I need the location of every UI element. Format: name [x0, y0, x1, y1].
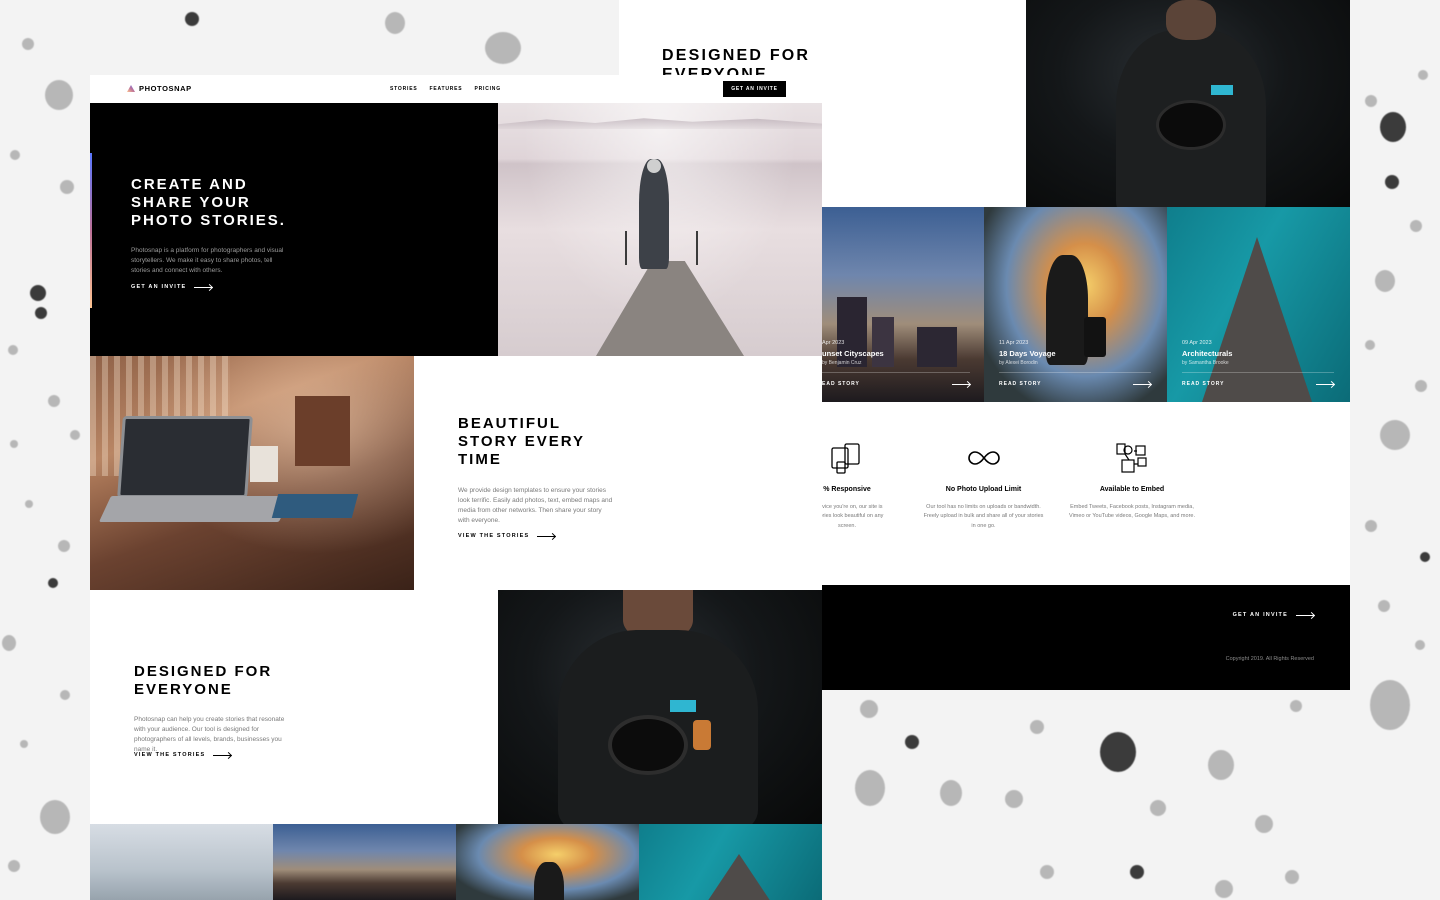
designed-view-stories-link[interactable]: VIEW THE STORIES: [134, 752, 232, 758]
laptop-desk-photo: [90, 356, 414, 590]
hero-title: CREATE AND SHARE YOUR PHOTO STORIES.: [131, 176, 286, 229]
story-card[interactable]: Apr 2023 unset Cityscapes by Benjamin Cr…: [822, 207, 984, 402]
arrow-right-icon: [537, 535, 556, 537]
story-author: by Benjamin Cruz: [822, 360, 862, 366]
story-card[interactable]: 09 Apr 2023 Architecturals by Samantha B…: [1167, 207, 1350, 402]
hero-get-invite-link[interactable]: GET AN INVITE: [131, 284, 213, 290]
back-story-strip: Apr 2023 unset Cityscapes by Benjamin Cr…: [822, 207, 1350, 402]
arrow-right-icon: [952, 383, 970, 385]
designed-title: DESIGNED FOR EVERYONE: [134, 663, 273, 698]
story-title: Architecturals: [1182, 349, 1233, 358]
back-footer: GET AN INVITE Copyright 2019. All Rights…: [822, 585, 1350, 690]
hero-accent-bar: [90, 153, 92, 308]
beautiful-story-section: BEAUTIFUL STORY EVERY TIME We provide desi…: [414, 356, 822, 590]
hero-pier-photo: [498, 103, 822, 356]
story-date: Apr 2023: [822, 340, 845, 346]
hero-section: CREATE AND SHARE YOUR PHOTO STORIES. Photo…: [90, 103, 498, 356]
feature-embed: Available to Embed Embed Tweets, Faceboo…: [1062, 440, 1202, 522]
arrow-right-icon: [1316, 383, 1334, 385]
feature-upload-limit: No Photo Upload Limit Our tool has no li…: [916, 440, 1051, 531]
nav-features[interactable]: FEATURES: [429, 86, 462, 92]
feature-title: Available to Embed: [1099, 486, 1165, 493]
main-nav: STORIES FEATURES PRICING: [390, 86, 501, 92]
designed-section: DESIGNED FOR EVERYONE Photosnap can help …: [90, 590, 498, 824]
story-thumb[interactable]: [639, 824, 822, 900]
story-thumb[interactable]: [90, 824, 273, 900]
brand-logo[interactable]: PHOTOSNAP: [127, 84, 192, 93]
arrow-right-icon: [213, 754, 232, 756]
beautiful-title: BEAUTIFUL STORY EVERY TIME: [458, 415, 586, 468]
story-title: 18 Days Voyage: [999, 349, 1056, 358]
beautiful-view-stories-link[interactable]: VIEW THE STORIES: [458, 533, 556, 539]
story-date: 11 Apr 2023: [999, 340, 1029, 346]
story-title: unset Cityscapes: [822, 349, 884, 358]
site-header: PHOTOSNAP STORIES FEATURES PRICING GET A…: [90, 75, 822, 103]
infinity-icon: [916, 440, 1051, 476]
read-story-link[interactable]: EAD STORY: [822, 381, 970, 387]
arrow-right-icon: [1296, 614, 1314, 616]
arrow-right-icon: [194, 286, 213, 288]
read-story-link[interactable]: READ STORY: [1182, 381, 1334, 387]
header-get-invite-button[interactable]: GET AN INVITE: [723, 81, 786, 97]
story-thumb[interactable]: [273, 824, 456, 900]
videographer-photo: [498, 590, 822, 830]
story-author: by Samantha Brooke: [1182, 360, 1229, 366]
hero-description: Photosnap is a platform for photographer…: [131, 247, 284, 275]
story-card[interactable]: 11 Apr 2023 18 Days Voyage by Alexei Bor…: [984, 207, 1167, 402]
embed-icon: [1062, 440, 1202, 476]
story-thumb[interactable]: [456, 824, 639, 900]
features-section: % Responsive e device you're on, our sit…: [811, 440, 1350, 580]
nav-stories[interactable]: STORIES: [390, 86, 417, 92]
designed-description: Photosnap can help you create stories th…: [134, 716, 285, 754]
story-date: 09 Apr 2023: [1182, 340, 1212, 346]
story-author: by Alexei Borodin: [999, 360, 1038, 366]
nav-pricing[interactable]: PRICING: [474, 86, 500, 92]
back-camera-photo: [1026, 0, 1350, 220]
feature-description: Our tool has no limits on uploads or ban…: [923, 504, 1044, 529]
footer-get-invite-link[interactable]: GET AN INVITE: [1233, 612, 1314, 618]
arrow-right-icon: [1133, 383, 1151, 385]
feature-title: No Photo Upload Limit: [945, 486, 1022, 493]
beautiful-description: We provide design templates to ensure yo…: [458, 487, 613, 525]
copyright-text: Copyright 2019. All Rights Reserved: [1225, 656, 1314, 662]
logo-triangle-icon: [127, 85, 135, 92]
feature-description: Embed Tweets, Facebook posts, Instagram …: [1069, 504, 1195, 520]
front-page: PHOTOSNAP STORIES FEATURES PRICING GET A…: [90, 75, 822, 900]
read-story-link[interactable]: READ STORY: [999, 381, 1151, 387]
